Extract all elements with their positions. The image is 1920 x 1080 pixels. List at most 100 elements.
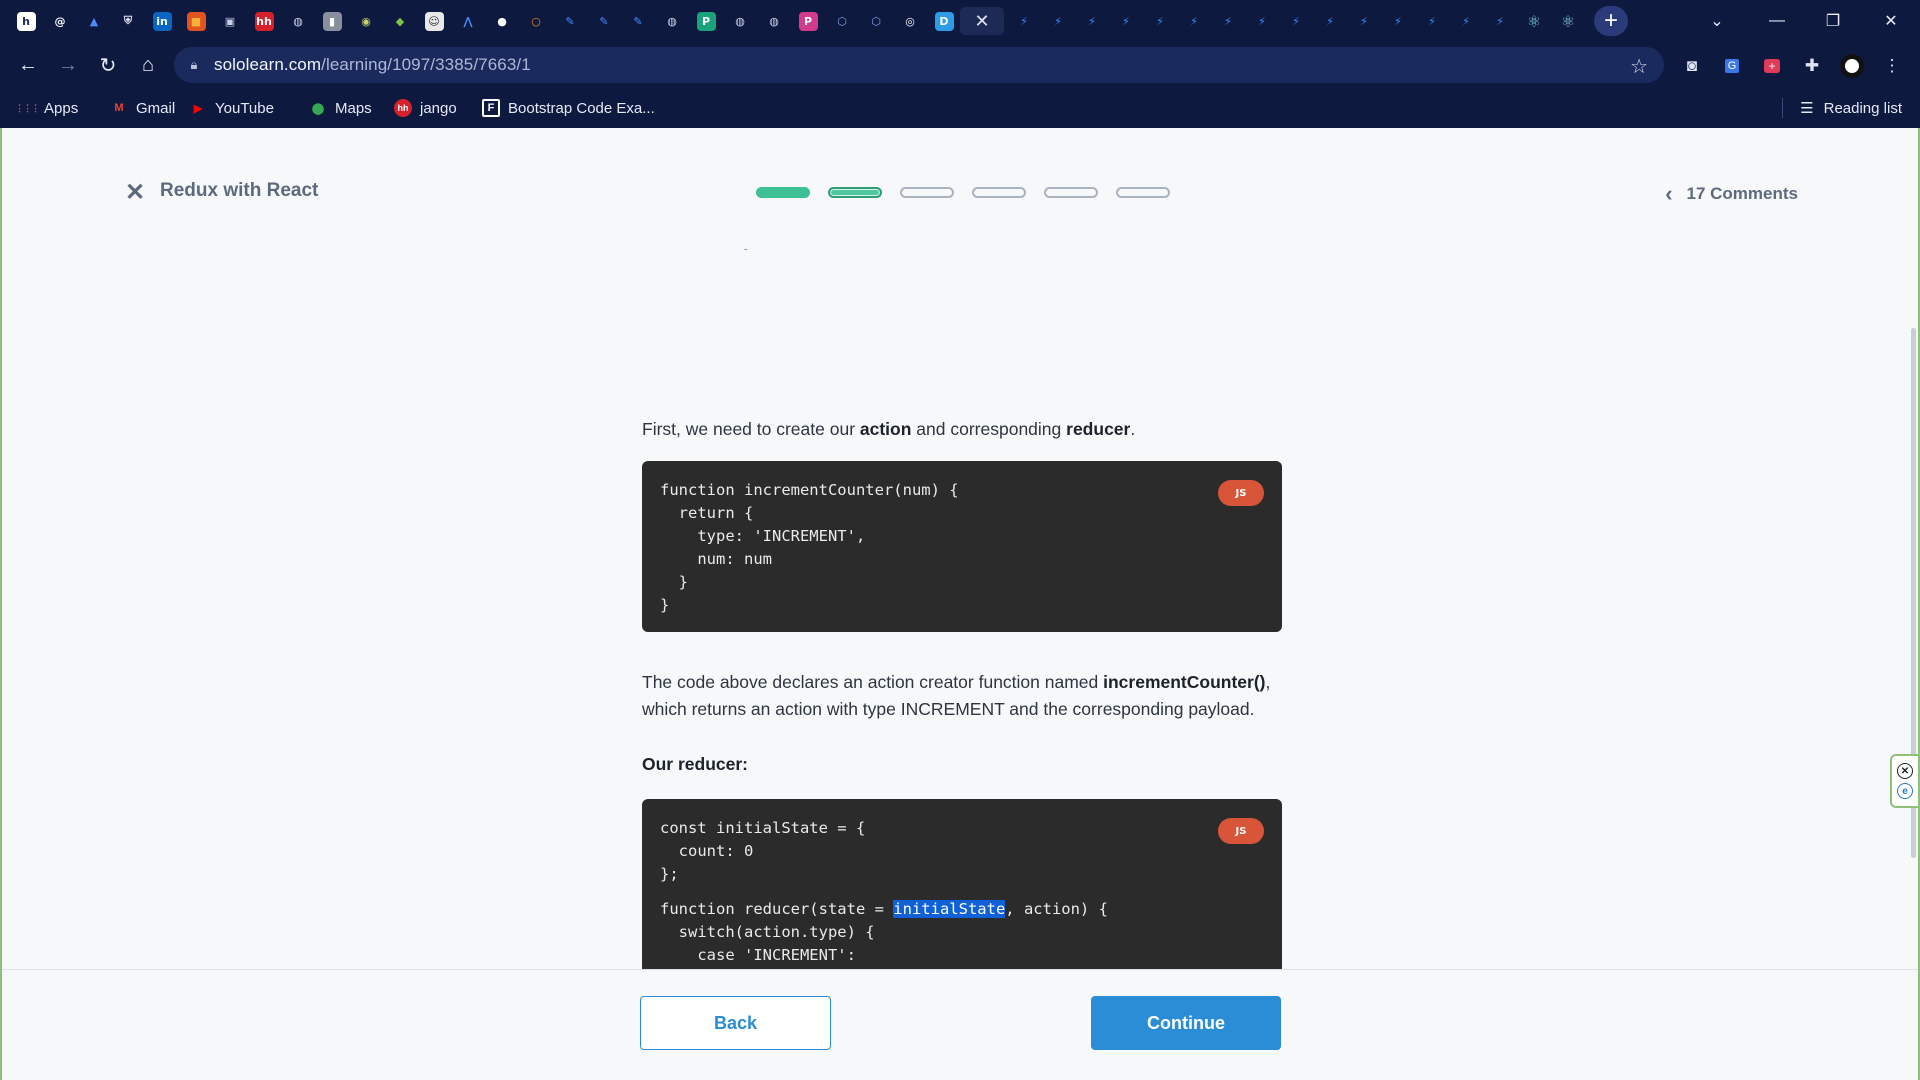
continue-button[interactable]: Continue [1091,996,1281,1050]
browser-tab[interactable]: ⚡ [1316,7,1344,35]
browser-tab[interactable]: ⋀ [454,7,482,35]
browser-tab[interactable]: P [794,7,822,35]
browser-tab[interactable]: ⚡ [1384,7,1412,35]
minimize-window-button[interactable]: — [1750,0,1804,42]
ring-icon: ○ [526,11,546,31]
bolt-icon: ⚡ [1122,14,1130,28]
tab-search-chevron-icon[interactable]: ⌄ [1690,0,1744,42]
bookmark-item[interactable]: hh jango [394,96,457,120]
browser-tab[interactable]: P [692,7,720,35]
close-lesson-icon[interactable]: ✕ [124,179,146,206]
bookmark-item[interactable]: ⋮⋮⋮ Apps [15,96,79,120]
forward-arrow-icon[interactable]: → [52,50,84,80]
bookmark-label: Apps [44,99,79,117]
browser-tab[interactable]: ⚡ [1078,7,1106,35]
restore-window-button[interactable]: ❐ [1806,0,1860,42]
progress-segment[interactable] [972,187,1026,198]
lesson-progress [756,187,1170,198]
browser-tab[interactable]: ⬡ [862,7,890,35]
browser-tab[interactable]: @ [46,7,74,35]
browser-tab[interactable]: ☺ [420,7,448,35]
plus-extension-icon[interactable]: + [1758,52,1786,80]
camera-extension-icon[interactable]: ◙ [1678,52,1706,80]
browser-tab[interactable]: ◍ [284,7,312,35]
browser-tab[interactable]: hh [250,7,278,35]
browser-tab[interactable]: ⚡ [1010,7,1038,35]
progress-segment[interactable] [828,187,882,198]
bookmark-star-icon[interactable]: ☆ [1630,54,1648,79]
browser-menu-icon[interactable]: ⋮ [1878,52,1906,80]
browser-tab[interactable]: ◉ [352,7,380,35]
close-window-button[interactable]: ✕ [1864,0,1918,42]
browser-tab[interactable]: ⚡ [1486,7,1514,35]
lock-icon: 🔒︎ [190,57,198,72]
bookmark-item[interactable]: ▶ YouTube [189,96,274,120]
globe-icon: ◍ [764,11,784,31]
back-button[interactable]: Back [640,996,831,1050]
browser-tab[interactable]: ◍ [726,7,754,35]
close-circle-icon[interactable]: ✕ [1897,763,1913,779]
browser-tab[interactable]: ⛨ [114,7,142,35]
browser-tab[interactable]: ⚡ [1418,7,1446,35]
p-logo-icon: P [798,11,818,31]
browser-tab[interactable]: ◍ [760,7,788,35]
address-bar[interactable]: 🔒︎ sololearn.com/learning/1097/3385/7663… [174,47,1664,83]
browser-tab[interactable]: ⚡ [1044,7,1072,35]
bolt-icon: ⚡ [1020,14,1028,28]
bookmark-item[interactable]: ⬤ Maps [309,96,372,120]
feather-icon: ✎ [628,11,648,31]
browser-tab[interactable]: ● [488,7,516,35]
progress-segment[interactable] [1116,187,1170,198]
browser-tab[interactable]: ⚡ [1112,7,1140,35]
comments-button[interactable]: ‹ 17 Comments [1665,181,1798,207]
progress-segment[interactable] [1044,187,1098,198]
code-block-action-creator[interactable]: function incrementCounter(num) { return … [642,461,1282,632]
browser-tab[interactable]: ✎ [624,7,652,35]
hh-icon: hh [254,11,274,31]
home-icon[interactable]: ⌂ [132,50,164,80]
browser-tab[interactable]: ▮ [318,7,346,35]
browser-tab[interactable]: ⚡ [1452,7,1480,35]
browser-tab[interactable]: h [12,7,40,35]
new-tab-button[interactable]: + [1594,6,1628,36]
side-widget[interactable]: ✕ e [1890,754,1918,808]
browser-tab[interactable]: ◍ [658,7,686,35]
browser-tab[interactable]: D [930,7,958,35]
browser-tab[interactable]: ○ [522,7,550,35]
browser-tab[interactable]: ⚛ [1520,7,1548,35]
bookmark-item[interactable]: F Bootstrap Code Exa... [482,96,655,120]
explanation-paragraph: The code above declares an action creato… [642,672,1271,719]
browser-tab[interactable]: ◎ [896,7,924,35]
bookmark-item[interactable]: M Gmail [110,96,175,120]
browser-tab[interactable]: ⚡ [1180,7,1208,35]
browser-tab[interactable]: ▣ [216,7,244,35]
browser-tab[interactable]: ✎ [556,7,584,35]
react-icon: ⚛ [1526,11,1542,31]
browser-tab[interactable]: ⚡ [1146,7,1174,35]
active-browser-tab[interactable]: ✕ [960,7,1004,35]
browser-tab[interactable]: ✎ [590,7,618,35]
browser-tab[interactable]: ⚛ [1554,7,1582,35]
progress-segment[interactable] [756,187,810,198]
bookmark-label: Bootstrap Code Exa... [508,99,655,117]
browser-tab[interactable]: ▲ [80,7,108,35]
profile-avatar[interactable] [1838,52,1866,80]
close-tab-icon[interactable]: ✕ [974,11,989,32]
browser-tab[interactable]: ⚡ [1350,7,1378,35]
translate-extension-icon[interactable]: G [1718,52,1746,80]
bolt-icon: ⚡ [1156,14,1164,28]
browser-tab[interactable]: ■ [182,7,210,35]
reading-list-button[interactable]: ☰ Reading list [1782,96,1902,120]
browser-tab[interactable]: ⬡ [828,7,856,35]
back-arrow-icon[interactable]: ← [12,50,44,80]
browser-tab[interactable]: ◆ [386,7,414,35]
browser-tab[interactable]: ⚡ [1248,7,1276,35]
hexagon-icon: ⬡ [832,11,852,31]
e-logo-icon[interactable]: e [1897,783,1913,799]
extensions-puzzle-icon[interactable]: ✚ [1798,52,1826,80]
browser-tab[interactable]: in [148,7,176,35]
reload-icon[interactable]: ↻ [92,50,124,80]
progress-segment[interactable] [900,187,954,198]
browser-tab[interactable]: ⚡ [1214,7,1242,35]
browser-tab[interactable]: ⚡ [1282,7,1310,35]
